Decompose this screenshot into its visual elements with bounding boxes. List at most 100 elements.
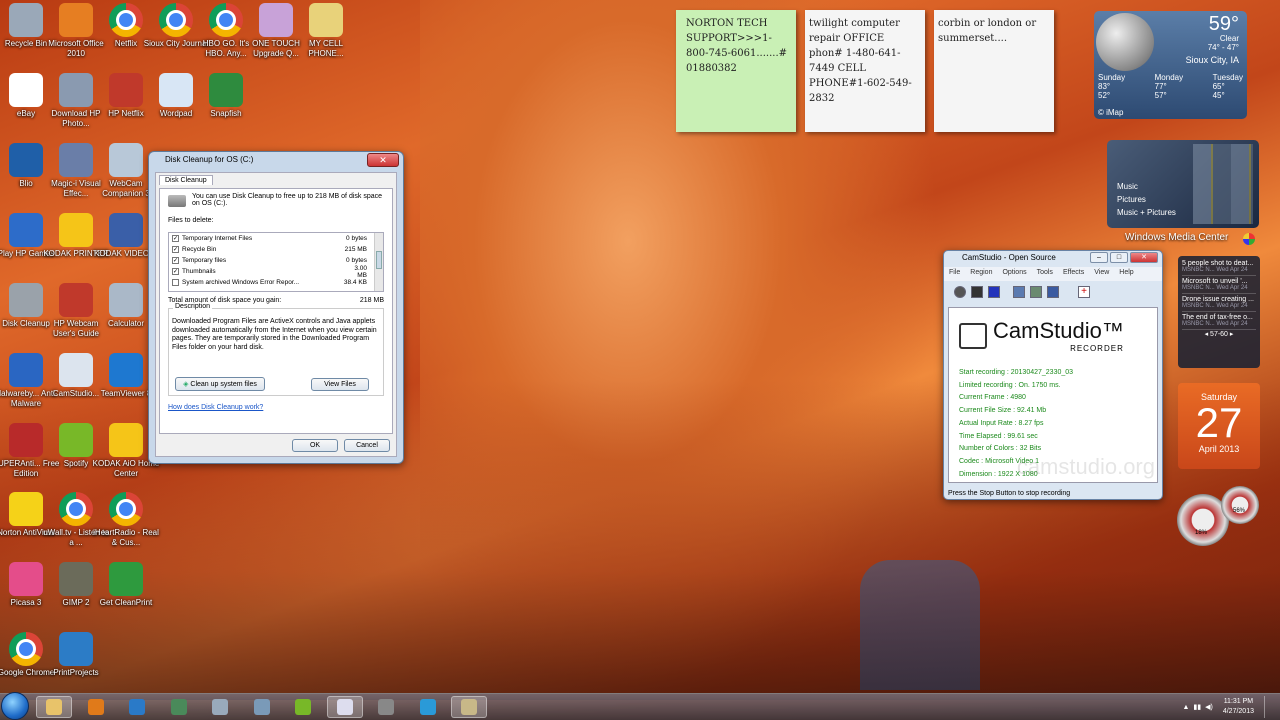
menu-view[interactable]: View <box>1094 269 1109 279</box>
scroll-thumb[interactable] <box>376 251 382 269</box>
taskbar-button-computer[interactable] <box>244 696 280 718</box>
news-item[interactable]: 5 people shot to deat... MSNBC N... Wed A… <box>1182 258 1256 276</box>
cpu-meter-gadget[interactable]: 18% 56% <box>1175 486 1261 546</box>
cancel-button[interactable]: Cancel <box>344 439 390 452</box>
tray-arrow-icon[interactable]: ▲ <box>1182 704 1189 711</box>
region-icon[interactable] <box>1013 286 1025 298</box>
computer-icon <box>253 699 270 715</box>
calculator-icon <box>109 283 143 317</box>
taskbar-button-spotify[interactable] <box>285 696 321 718</box>
stat-line: Limited recording : On. 1750 ms. <box>959 381 1061 389</box>
menu-tools[interactable]: Tools <box>1037 269 1053 279</box>
news-item[interactable]: Microsoft to unveil '... MSNBC N... Wed A… <box>1182 276 1256 294</box>
view-files-button[interactable]: View Files <box>311 378 369 391</box>
news-item[interactable]: The end of tax-free o... MSNBC N... Wed A… <box>1182 312 1256 330</box>
taskbar-button-media-player[interactable] <box>78 696 114 718</box>
taskbar-button-calculator[interactable] <box>202 696 238 718</box>
kodak-aio-icon <box>109 423 143 457</box>
files-label: Files to delete: <box>168 217 214 224</box>
record-button[interactable] <box>954 286 966 298</box>
taskbar-button-cleanup[interactable] <box>368 696 404 718</box>
internet-explorer-icon <box>129 699 145 715</box>
sticky-note-twilight[interactable]: twilight computer repair OFFICE phon# 1-… <box>805 10 925 132</box>
cleanup-icon <box>378 699 394 715</box>
desktop-icon[interactable]: iHeartRadio - Real & Cus... <box>92 492 160 548</box>
forecast-day: Sunday 83° 52° <box>1098 73 1126 100</box>
list-item[interactable]: ✓ Temporary Internet Files 0 bytes <box>169 233 383 244</box>
checkbox[interactable]: ✓ <box>172 246 179 253</box>
weather-temp: 59° <box>1208 13 1239 35</box>
help-link[interactable]: How does Disk Cleanup work? <box>168 404 384 411</box>
media-center-gadget[interactable]: Music Pictures Music + Pictures <box>1107 140 1259 228</box>
scrollbar[interactable] <box>374 233 383 291</box>
desktop-icon-label: iHeartRadio - Real & Cus... <box>93 528 159 547</box>
sticky-note-norton[interactable]: NORTON TECH SUPPORT>>>1-800-745-6061....… <box>676 10 796 132</box>
taskbar-button-camstudio[interactable] <box>326 696 363 718</box>
list-item[interactable]: ✓ Thumbnails 3.00 MB <box>169 265 383 279</box>
wordpad-icon <box>159 73 193 107</box>
clock[interactable]: 11:31 PM 4/27/2013 <box>1217 697 1260 717</box>
dialog-body: Disk Cleanup You can use Disk Cleanup to… <box>155 172 397 457</box>
minimize-button[interactable]: – <box>1090 252 1108 263</box>
camstudio-window[interactable]: CamStudio - Open Source – □ ✕ File Regio… <box>943 250 1163 500</box>
tab-disk-cleanup[interactable]: Disk Cleanup <box>159 175 213 185</box>
desktop-icon[interactable]: Snapfish <box>192 73 260 119</box>
media-item-pictures[interactable]: Pictures <box>1117 193 1176 206</box>
volume-icon[interactable]: ◀) <box>1205 703 1213 711</box>
calendar-gadget[interactable]: Saturday 27 April 2013 <box>1178 383 1260 469</box>
desktop-icon[interactable]: PrintProjects <box>42 632 110 678</box>
checkbox[interactable] <box>172 279 179 286</box>
news-pager[interactable]: ◂ 57-60 ▸ <box>1182 330 1256 338</box>
taskbar-button-skype[interactable] <box>410 696 446 718</box>
weather-city: Sioux City, IA <box>1185 55 1239 65</box>
desktop-icon[interactable]: MY CELL PHONE... <box>292 3 360 59</box>
calendar-day: 27 <box>1195 399 1243 446</box>
menu-file[interactable]: File <box>949 269 960 279</box>
menu-bar: File Region Options Tools Effects View H… <box>944 267 1162 281</box>
crosshair-icon[interactable]: + <box>1078 286 1090 298</box>
taskbar-button-windows-explorer[interactable] <box>36 696 72 718</box>
moon-icon <box>1096 13 1154 71</box>
media-item-music-pictures[interactable]: Music + Pictures <box>1117 206 1176 219</box>
annotation-icon[interactable] <box>1030 286 1042 298</box>
taskbar-button-internet-explorer[interactable] <box>119 696 155 718</box>
checkbox[interactable]: ✓ <box>172 257 179 264</box>
clean-system-files-button[interactable]: ◈ Clean up system files <box>175 377 265 391</box>
menu-help[interactable]: Help <box>1119 269 1133 279</box>
menu-options[interactable]: Options <box>1002 269 1026 279</box>
network-icon[interactable]: ▮▮ <box>1193 703 1201 711</box>
calendar-month: April 2013 <box>1198 444 1240 454</box>
taskbar-button-snipping[interactable] <box>161 696 197 718</box>
desktop-icon[interactable]: Get CleanPrint <box>92 562 160 608</box>
taskbar-button-disk-cleanup[interactable] <box>451 696 487 718</box>
autopan-icon[interactable] <box>1047 286 1059 298</box>
camstudio-titlebar[interactable]: CamStudio - Open Source – □ ✕ <box>944 251 1162 267</box>
weather-gadget[interactable]: 59° Clear 74° - 47° Sioux City, IA Sunda… <box>1094 11 1247 119</box>
sticky-note-names[interactable]: corbin or london or summerset.... <box>934 10 1054 132</box>
pause-button[interactable] <box>971 286 983 298</box>
stop-button[interactable] <box>988 286 1000 298</box>
stat-line: Current Frame : 4980 <box>959 394 1026 402</box>
menu-effects[interactable]: Effects <box>1063 269 1084 279</box>
disk-cleanup-window[interactable]: Disk Cleanup for OS (C:) ✕ Disk Cleanup … <box>148 151 404 464</box>
close-button[interactable]: ✕ <box>367 153 399 167</box>
start-button[interactable] <box>1 692 29 720</box>
checkbox[interactable]: ✓ <box>172 268 179 275</box>
list-item[interactable]: System archived Windows Error Repor... 38… <box>169 277 383 288</box>
media-item-music[interactable]: Music <box>1117 180 1176 193</box>
close-button[interactable]: ✕ <box>1130 252 1158 263</box>
news-feed-gadget[interactable]: 5 people shot to deat... MSNBC N... Wed A… <box>1178 256 1260 368</box>
show-desktop-button[interactable] <box>1264 696 1274 718</box>
checkbox[interactable]: ✓ <box>172 235 179 242</box>
files-list[interactable]: ✓ Temporary Internet Files 0 bytes ✓ Recycl… <box>168 232 384 292</box>
desktop-icon-label: MY CELL PHONE... <box>308 39 344 58</box>
maximize-button[interactable]: □ <box>1110 252 1128 263</box>
news-item[interactable]: Drone issue creating ... MSNBC N... Wed A… <box>1182 294 1256 312</box>
disk-cleanup-titlebar[interactable]: Disk Cleanup for OS (C:) ✕ <box>149 152 403 170</box>
taskbar: ▲ ▮▮ ◀) 11:31 PM 4/27/2013 <box>0 692 1280 720</box>
logo-name: CamStudio™ <box>993 318 1124 343</box>
ok-button[interactable]: OK <box>292 439 338 452</box>
menu-region[interactable]: Region <box>970 269 992 279</box>
weather-range: 74° - 47° <box>1207 43 1239 52</box>
list-item[interactable]: ✓ Recycle Bin 215 MB <box>169 244 383 255</box>
